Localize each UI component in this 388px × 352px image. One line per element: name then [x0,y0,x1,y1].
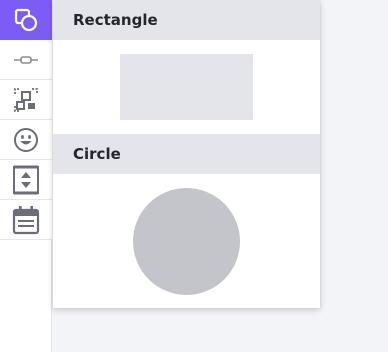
section-header-circle: Circle [53,134,320,174]
circle-shape[interactable] [133,188,240,295]
tool-shapes[interactable] [0,0,52,40]
section-header-rectangle: Rectangle [53,0,320,40]
section-title: Circle [73,145,121,163]
tool-qr-code[interactable] [0,80,52,120]
stepper-icon [12,165,40,195]
tool-stepper[interactable] [0,160,52,200]
emoji-icon [13,127,39,153]
left-toolbar [0,0,52,352]
tool-emoji[interactable] [0,120,52,160]
tool-calendar[interactable] [0,200,52,240]
tool-line[interactable] [0,40,52,80]
line-icon [13,54,39,66]
shapes-icon [13,7,39,33]
qr-code-icon [13,87,39,113]
rectangle-shape[interactable] [120,54,253,120]
shapes-panel: Rectangle Circle [53,0,320,308]
section-title: Rectangle [73,11,158,29]
calendar-icon [12,205,40,235]
